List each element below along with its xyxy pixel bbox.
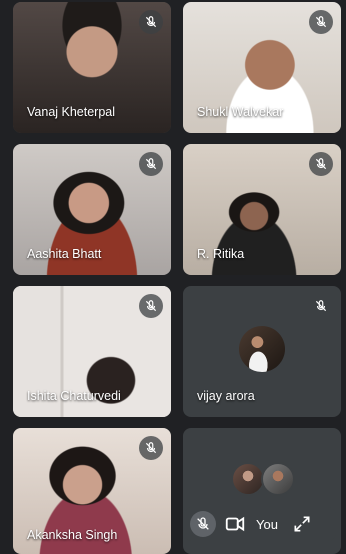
participant-tile-aashita-bhatt[interactable]: Aashita Bhatt — [13, 144, 171, 275]
participant-name: Akanksha Singh — [27, 528, 118, 542]
avatar — [261, 462, 295, 496]
participant-tile-ishita-chaturvedi[interactable]: Ishita Chaturvedi — [13, 286, 171, 417]
avatar — [231, 462, 265, 496]
participant-name: Ishita Chaturvedi — [27, 389, 121, 403]
mic-off-icon — [309, 294, 333, 318]
mic-off-icon[interactable] — [190, 511, 216, 537]
mic-off-icon — [309, 10, 333, 34]
participant-tile-vijay-arora[interactable]: vijay arora — [183, 286, 341, 417]
participant-name: R. Ritika — [197, 247, 245, 261]
participant-tile-r-ritika[interactable]: R. Ritika — [183, 144, 341, 275]
self-label: You — [256, 516, 278, 532]
mic-off-icon — [139, 10, 163, 34]
participant-tile-shukl-walvekar[interactable]: Shukl Walvekar — [183, 2, 341, 133]
participant-name: Aashita Bhatt — [27, 247, 102, 261]
camera-icon[interactable] — [224, 510, 246, 538]
mic-off-icon — [139, 436, 163, 460]
mic-off-icon — [139, 152, 163, 176]
expand-icon[interactable] — [292, 510, 312, 538]
self-controls: You — [184, 507, 336, 541]
participant-tile-akanksha-singh[interactable]: Akanksha Singh — [13, 428, 171, 554]
participant-tile-vanaj-kheterpal[interactable]: Vanaj Kheterpal — [13, 2, 171, 133]
avatar — [239, 326, 285, 372]
participant-name: vijay arora — [197, 389, 255, 403]
mic-off-icon — [139, 294, 163, 318]
mic-off-icon — [309, 152, 333, 176]
participant-name: Vanaj Kheterpal — [27, 105, 116, 119]
participant-name: Shukl Walvekar — [197, 105, 284, 119]
